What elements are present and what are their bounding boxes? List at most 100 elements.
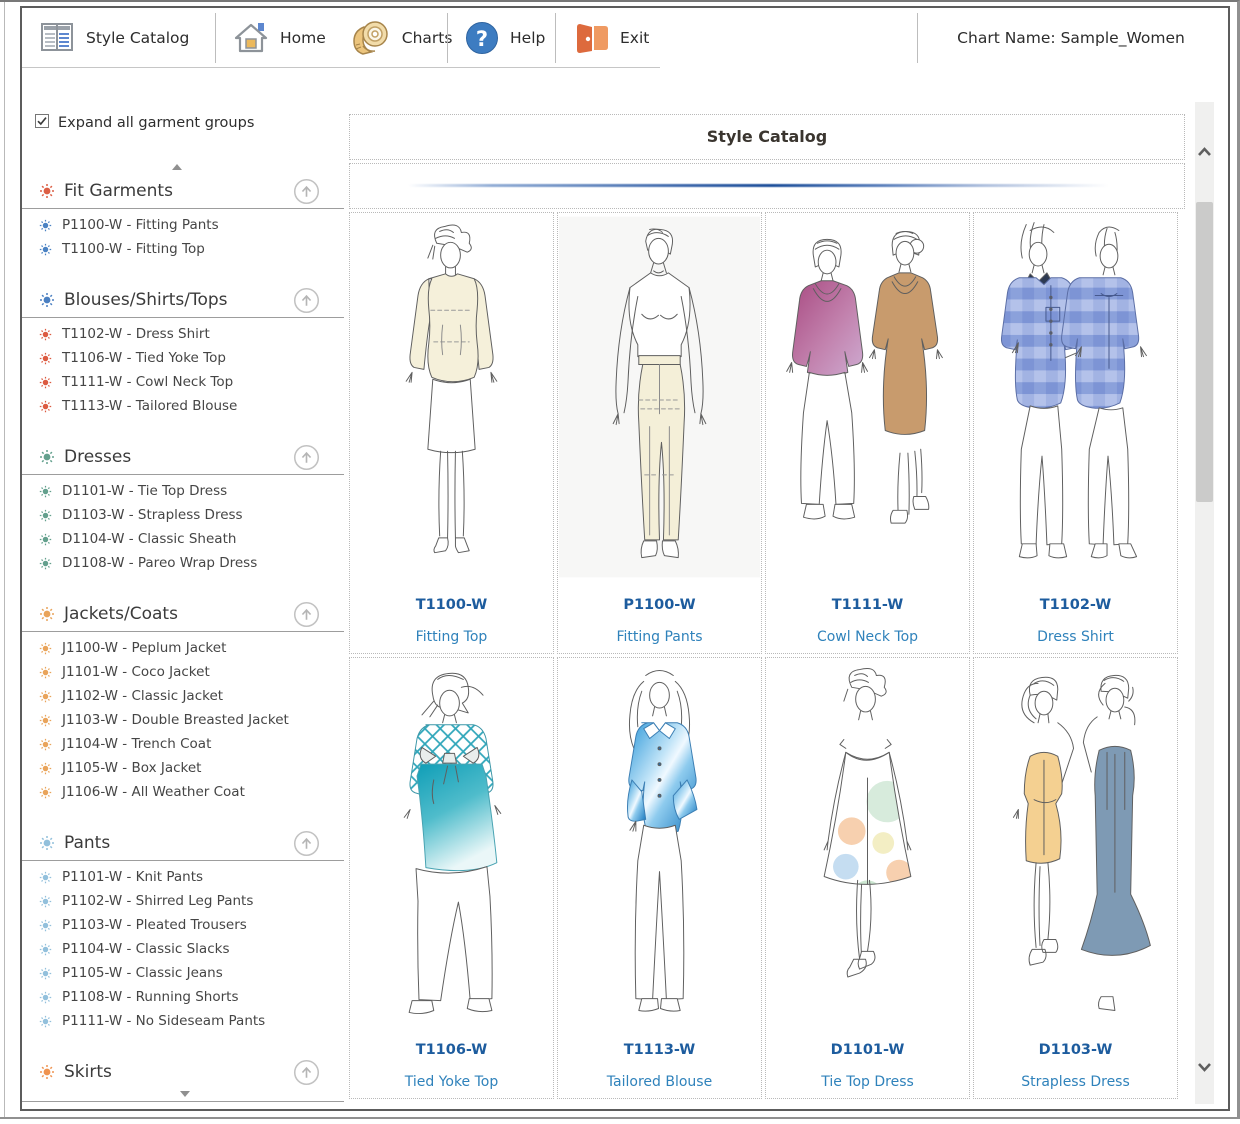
group-name: Skirts	[64, 1062, 112, 1082]
group-name: Pants	[64, 833, 110, 853]
sun-bullet-icon	[39, 943, 52, 956]
garment-item-label: J1100-W - Peplum Jacket	[62, 640, 226, 656]
garment-item[interactable]: P1111-W - No Sideseam Pants	[39, 1009, 348, 1033]
garment-group-skirts: Skirts	[22, 1055, 348, 1102]
garment-item-label: J1104-W - Trench Coat	[62, 736, 211, 752]
toolbar-button-style-catalog[interactable]: Style Catalog	[26, 21, 201, 55]
catalog-card-t1111-w[interactable]: T1111-WCowl Neck Top	[765, 212, 970, 654]
card-style-code: T1102-W	[974, 597, 1177, 613]
garment-item[interactable]: D1104-W - Classic Sheath	[39, 527, 348, 551]
group-header-skirts[interactable]: Skirts	[22, 1055, 348, 1089]
help-icon: ?	[464, 20, 500, 56]
scrollbar-up-icon[interactable]	[1197, 146, 1212, 157]
garment-item[interactable]: D1103-W - Strapless Dress	[39, 503, 348, 527]
garment-item[interactable]: P1100-W - Fitting Pants	[39, 213, 348, 237]
sun-bullet-icon	[39, 376, 52, 389]
chart-name-label: Chart Name: Sample_Women	[918, 10, 1224, 66]
garment-item[interactable]: P1103-W - Pleated Trousers	[39, 913, 348, 937]
garment-item[interactable]: P1104-W - Classic Slacks	[39, 937, 348, 961]
garment-item[interactable]: J1105-W - Box Jacket	[39, 756, 348, 780]
catalog-title: Style Catalog	[349, 114, 1185, 160]
toolbar-group-style-catalog: Style Catalog	[26, 10, 201, 66]
garment-item[interactable]: P1108-W - Running Shorts	[39, 985, 348, 1009]
garment-item[interactable]: J1101-W - Coco Jacket	[39, 660, 348, 684]
collapse-group-button[interactable]	[293, 287, 320, 314]
expand-all-checkbox[interactable]: Expand all garment groups	[35, 114, 254, 132]
toolbar: Style Catalog Home Charts ? Help Exit Char…	[22, 8, 1228, 68]
svg-text:?: ?	[476, 27, 488, 51]
toolbar-button-label: Exit	[620, 29, 649, 47]
page: Style Catalog Home Charts ? Help Exit Char…	[0, 0, 1240, 1119]
sun-bullet-icon	[39, 835, 55, 851]
garment-item[interactable]: P1102-W - Shirred Leg Pants	[39, 889, 348, 913]
garment-item[interactable]: D1108-W - Pareo Wrap Dress	[39, 551, 348, 575]
group-header-dresses[interactable]: Dresses	[22, 440, 348, 474]
sidebar-scroll-up-hint[interactable]	[172, 164, 182, 170]
collapse-group-button[interactable]	[293, 1059, 320, 1086]
collapse-group-button[interactable]	[293, 178, 320, 205]
garment-item[interactable]: P1101-W - Knit Pants	[39, 865, 348, 889]
toolbar-separator	[215, 13, 216, 63]
sidebar-scroll-down-hint[interactable]	[180, 1091, 190, 1097]
garment-sketch-tie-top-dress	[767, 661, 968, 1023]
collapse-group-button[interactable]	[293, 601, 320, 628]
sun-bullet-icon	[39, 786, 52, 799]
group-divider	[22, 860, 344, 861]
card-style-code: T1100-W	[350, 597, 553, 613]
garment-item[interactable]: J1103-W - Double Breasted Jacket	[39, 708, 348, 732]
toolbar-button-exit[interactable]: Exit	[560, 21, 661, 55]
garment-item[interactable]: J1104-W - Trench Coat	[39, 732, 348, 756]
garment-item[interactable]: T1113-W - Tailored Blouse	[39, 394, 348, 418]
card-style-code: P1100-W	[558, 597, 761, 613]
garment-item[interactable]: T1100-W - Fitting Top	[39, 237, 348, 261]
garment-sketch-cowl-neck-top	[767, 216, 968, 578]
garment-group-pants: Pants P1101-W - Knit PantsP1102-W - Shirr…	[22, 826, 348, 1033]
catalog-card-t1100-w[interactable]: T1100-WFitting Top	[349, 212, 554, 654]
group-header-fit-garments[interactable]: Fit Garments	[22, 174, 348, 208]
garment-item[interactable]: D1101-W - Tie Top Dress	[39, 479, 348, 503]
group-header-pants[interactable]: Pants	[22, 826, 348, 860]
garment-item-label: P1111-W - No Sideseam Pants	[62, 1013, 265, 1029]
garment-item[interactable]: T1102-W - Dress Shirt	[39, 322, 348, 346]
scrollbar-down-icon[interactable]	[1197, 1062, 1212, 1073]
catalog-card-d1101-w[interactable]: D1101-WTie Top Dress	[765, 657, 970, 1099]
gradient-divider-line	[408, 184, 1108, 187]
garment-item[interactable]: T1106-W - Tied Yoke Top	[39, 346, 348, 370]
sidebar: Expand all garment groups Fit Garments P1…	[22, 68, 348, 1109]
catalog-card-t1102-w[interactable]: T1102-WDress Shirt	[973, 212, 1178, 654]
catalog-card-d1103-w[interactable]: D1103-WStrapless Dress	[973, 657, 1178, 1099]
catalog-card-t1106-w[interactable]: T1106-WTied Yoke Top	[349, 657, 554, 1099]
garment-item[interactable]: P1105-W - Classic Jeans	[39, 961, 348, 985]
toolbar-button-charts[interactable]: Charts	[338, 19, 465, 57]
group-header-jackets-coats[interactable]: Jackets/Coats	[22, 597, 348, 631]
scrollbar-thumb[interactable]	[1196, 202, 1213, 502]
garment-sketch-fitting-top	[351, 216, 552, 578]
collapse-group-button[interactable]	[293, 830, 320, 857]
group-header-blouses-shirts-tops[interactable]: Blouses/Shirts/Tops	[22, 283, 348, 317]
card-style-code: T1106-W	[350, 1042, 553, 1058]
toolbar-button-home[interactable]: Home	[220, 20, 338, 56]
toolbar-button-label: Help	[510, 29, 545, 47]
sun-bullet-icon	[39, 1064, 55, 1080]
home-icon	[232, 20, 270, 56]
card-style-code: T1111-W	[766, 597, 969, 613]
garment-sketch-dress-shirt	[975, 216, 1176, 578]
vertical-scrollbar[interactable]	[1195, 102, 1214, 1104]
sun-bullet-icon	[39, 642, 52, 655]
catalog-card-p1100-w[interactable]: P1100-WFitting Pants	[557, 212, 762, 654]
garment-item[interactable]: J1106-W - All Weather Coat	[39, 780, 348, 804]
garment-item[interactable]: J1100-W - Peplum Jacket	[39, 636, 348, 660]
toolbar-button-label: Home	[280, 29, 326, 47]
sun-bullet-icon	[39, 183, 55, 199]
garment-item-label: D1103-W - Strapless Dress	[62, 507, 243, 523]
toolbar-button-help[interactable]: ? Help	[452, 20, 557, 56]
sun-bullet-icon	[39, 292, 55, 308]
garment-item[interactable]: T1111-W - Cowl Neck Top	[39, 370, 348, 394]
sun-bullet-icon	[39, 738, 52, 751]
group-divider	[22, 317, 344, 318]
card-style-code: D1103-W	[974, 1042, 1177, 1058]
collapse-group-button[interactable]	[293, 444, 320, 471]
garment-item[interactable]: J1102-W - Classic Jacket	[39, 684, 348, 708]
catalog-card-t1113-w[interactable]: T1113-WTailored Blouse	[557, 657, 762, 1099]
toolbar-separator	[447, 13, 448, 63]
